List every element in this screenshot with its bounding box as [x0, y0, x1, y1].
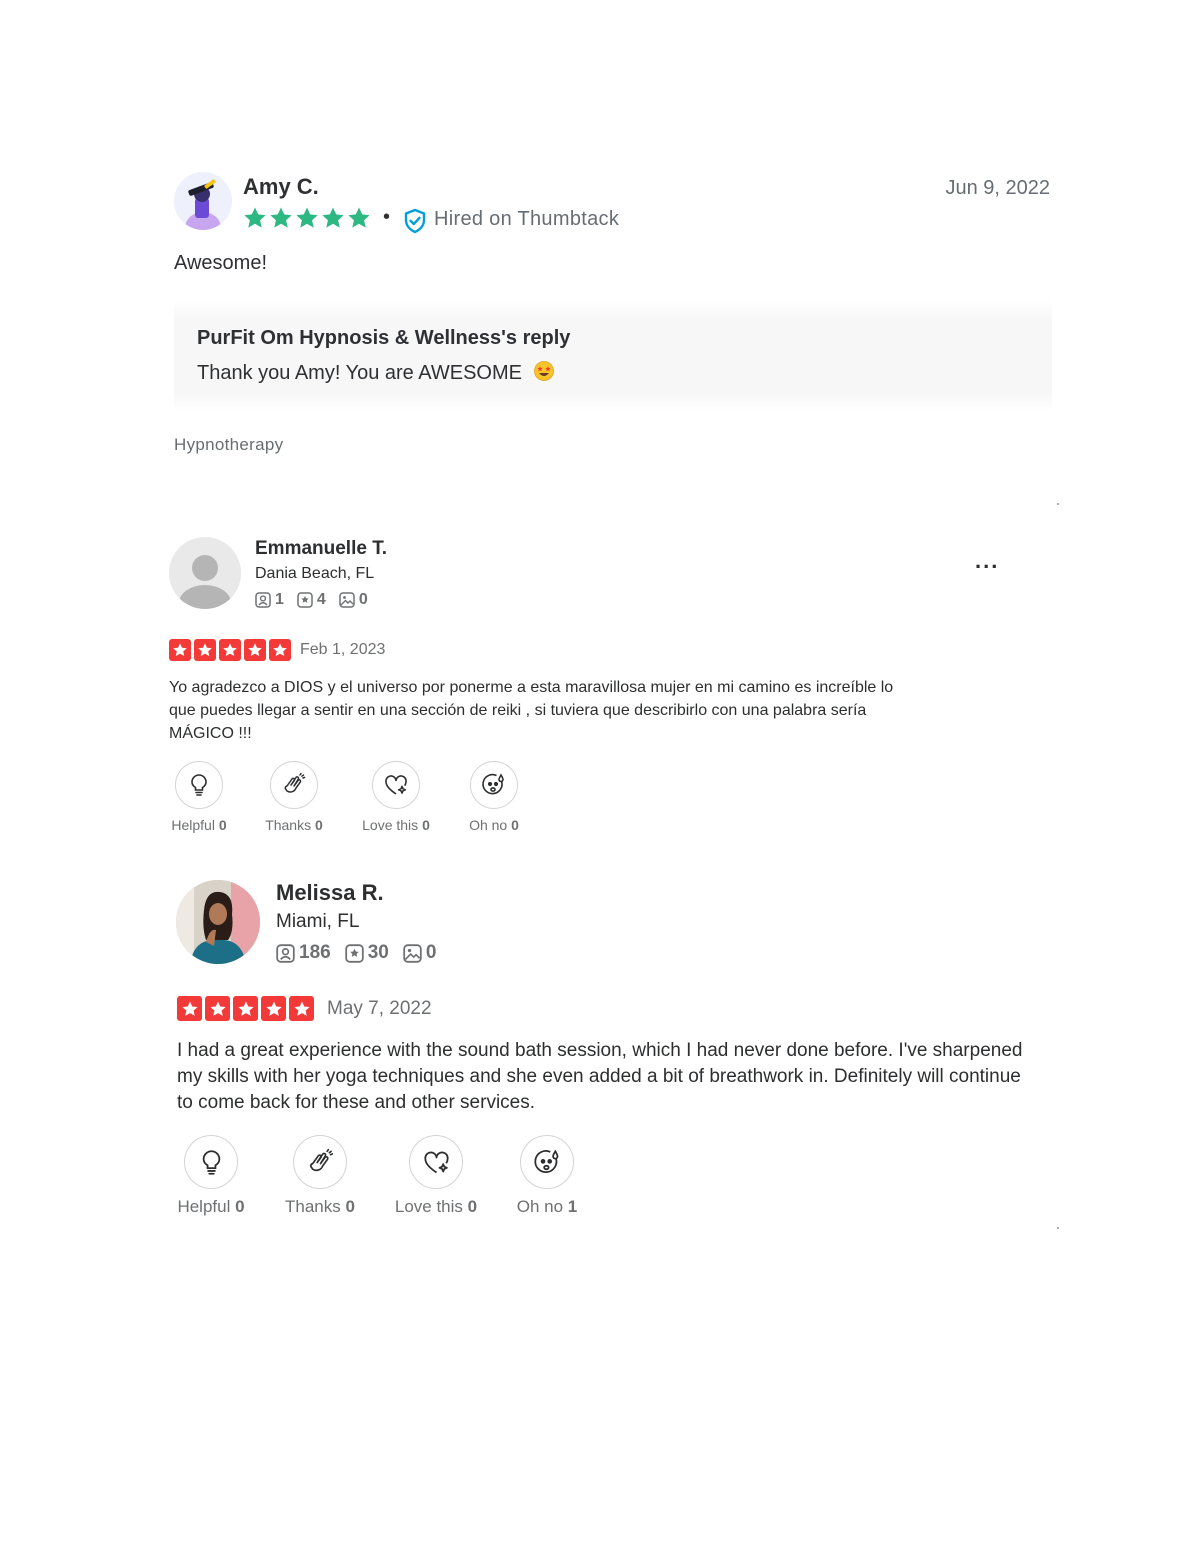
sad-face-icon: [470, 761, 518, 809]
star-icon: [269, 639, 291, 661]
star-icon: [177, 996, 202, 1021]
reaction-label: Oh no: [516, 1197, 564, 1216]
reaction-label: Helpful: [171, 817, 215, 833]
star-struck-emoji-icon: [533, 361, 554, 381]
star-icon: [296, 207, 318, 228]
reviewer-stats: 186 30 0: [276, 942, 444, 964]
reply-text: Thank you Amy! You are AWESOME: [197, 362, 522, 384]
reviewer-avatar: [174, 172, 232, 230]
reaction-count: 0: [467, 1197, 478, 1216]
star-rating: [177, 996, 314, 1021]
reviewer-name: Amy C.: [243, 174, 319, 199]
reviewer-stats: 1 4 0: [255, 591, 376, 609]
star-icon: [169, 639, 191, 661]
star-icon: [194, 639, 216, 661]
review-text: Yo agradezco a DIOS y el universo por po…: [169, 679, 894, 742]
reaction-label: Oh no: [469, 817, 508, 833]
reaction-count: 0: [345, 1197, 355, 1216]
love-this-reaction-button[interactable]: Love this 0: [394, 1135, 478, 1217]
thanks-reaction-button[interactable]: Thanks 0: [285, 1135, 355, 1217]
hired-badge: Hired on Thumbtack: [434, 208, 620, 230]
helpful-reaction-button[interactable]: Helpful 0: [176, 1135, 246, 1217]
more-options-button[interactable]: ...: [975, 548, 999, 574]
friends-count: 1: [275, 591, 284, 608]
default-avatar[interactable]: [169, 537, 241, 609]
friends-count: 186: [299, 942, 331, 963]
lightbulb-icon: [184, 1135, 238, 1189]
reaction-count: 0: [315, 817, 323, 833]
star-icon: [261, 996, 286, 1021]
love-this-reaction-button[interactable]: Love this 0: [359, 761, 433, 833]
photos-count: 0: [425, 942, 437, 963]
review-count-icon: [345, 943, 364, 963]
clapping-hands-icon: [270, 761, 318, 809]
review-text: I had a great experience with the sound …: [177, 1040, 1023, 1113]
star-rating: [243, 206, 371, 234]
star-icon: [233, 996, 258, 1021]
reaction-count: 0: [511, 817, 519, 833]
oh-no-reaction-button[interactable]: Oh no 0: [466, 761, 522, 833]
reaction-label: Love this: [362, 817, 419, 833]
star-icon: [205, 996, 230, 1021]
clapping-hands-icon: [293, 1135, 347, 1189]
star-icon: [219, 639, 241, 661]
lightbulb-icon: [175, 761, 223, 809]
reaction-count: 1: [567, 1197, 578, 1216]
divider-dot: [1057, 503, 1059, 505]
star-icon: [289, 996, 314, 1021]
reaction-count: 0: [235, 1197, 245, 1216]
sad-face-icon: [520, 1135, 574, 1189]
reviews-count: 30: [367, 942, 389, 963]
review-date: May 7, 2022: [327, 998, 432, 1019]
friends-icon: [255, 592, 271, 608]
reviewer-name[interactable]: Melissa R.: [276, 880, 384, 906]
reaction-count: 0: [422, 817, 430, 833]
divider-dot: [1057, 1227, 1059, 1229]
shield-check-icon: [403, 208, 427, 234]
star-icon: [348, 207, 370, 228]
review-date: Jun 9, 2022: [945, 177, 1050, 199]
reviewer-avatar[interactable]: [176, 880, 260, 964]
heart-sparkle-icon: [372, 761, 420, 809]
service-tag[interactable]: Hypnotherapy: [174, 435, 283, 455]
reaction-label: Thanks: [265, 817, 312, 833]
friends-icon: [276, 943, 295, 963]
photos-count: 0: [358, 591, 368, 608]
star-rating: [169, 639, 291, 661]
review-count-icon: [297, 592, 313, 608]
heart-sparkle-icon: [409, 1135, 463, 1189]
thanks-reaction-button[interactable]: Thanks 0: [264, 761, 324, 833]
star-icon: [322, 207, 344, 228]
reaction-label: Love this: [394, 1197, 463, 1216]
reviewer-location: Dania Beach, FL: [255, 565, 375, 582]
oh-no-reaction-button[interactable]: Oh no 1: [514, 1135, 580, 1217]
star-icon: [270, 207, 292, 228]
reviewer-location: Miami, FL: [276, 911, 360, 932]
photos-icon: [339, 592, 355, 608]
reviews-count: 4: [316, 591, 326, 608]
star-icon: [244, 639, 266, 661]
reaction-label: Helpful: [177, 1197, 231, 1216]
star-icon: [244, 207, 266, 228]
separator-dot: •: [383, 206, 391, 228]
reaction-label: Thanks: [285, 1197, 341, 1216]
reaction-count: 0: [218, 817, 227, 833]
review-date: Feb 1, 2023: [300, 641, 386, 658]
reply-title: PurFit Om Hypnosis & Wellness's reply: [197, 327, 571, 349]
reviewer-name[interactable]: Emmanuelle T.: [255, 538, 387, 560]
business-reply: [174, 300, 1052, 412]
photos-icon: [403, 943, 422, 963]
helpful-reaction-button[interactable]: Helpful 0: [169, 761, 229, 833]
review-text: Awesome!: [174, 252, 268, 274]
reply-text-row: Thank you Amy! You are AWESOME: [197, 361, 554, 385]
